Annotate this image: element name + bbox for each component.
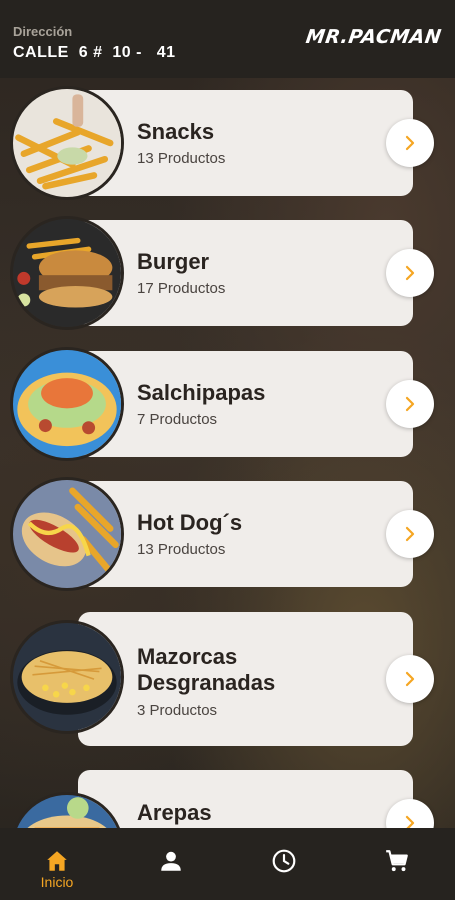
address-label: Dirección — [13, 24, 73, 39]
brand-logo: MR.PACMAN — [304, 26, 443, 48]
card-count: 13 Productos — [137, 541, 226, 558]
open-category-button[interactable] — [386, 510, 434, 558]
cart-icon — [386, 850, 408, 872]
card-title: Hot Dog´s — [137, 510, 243, 535]
chevron-right-icon — [405, 815, 415, 828]
card-count: 3 Productos — [137, 702, 218, 719]
category-card-mazorcas[interactable]: Mazorcas Desgranadas 3 Productos — [0, 612, 455, 746]
clock-icon — [272, 849, 296, 873]
category-card-arepas[interactable]: Arepas — [0, 770, 455, 828]
card-title-line1: Mazorcas — [137, 644, 238, 669]
category-list[interactable]: Snacks 13 Productos Burger 17 Productos — [0, 78, 455, 828]
open-category-button[interactable] — [386, 380, 434, 428]
card-title: Burger — [137, 249, 210, 274]
category-card-burger[interactable]: Burger 17 Productos — [0, 216, 455, 330]
card-count: 13 Productos — [137, 150, 226, 167]
category-card-snacks[interactable]: Snacks 13 Productos — [0, 86, 455, 200]
chevron-right-icon — [405, 526, 415, 542]
nav-home[interactable]: Inicio — [12, 828, 102, 900]
hotdog-image — [10, 477, 124, 591]
open-category-button[interactable] — [386, 655, 434, 703]
card-title-line2: Desgranadas — [137, 670, 276, 695]
burger-image — [10, 216, 124, 330]
chevron-right-icon — [405, 396, 415, 412]
top-bar: Dirección CALLE 6 # 10 - 41 MR.PACMAN — [0, 0, 455, 78]
nav-profile[interactable] — [126, 828, 216, 900]
chevron-right-icon — [405, 135, 415, 151]
category-card-salchipapas[interactable]: Salchipapas 7 Productos — [0, 347, 455, 461]
chevron-right-icon — [405, 671, 415, 687]
open-category-button[interactable] — [386, 119, 434, 167]
snacks-image — [10, 86, 124, 200]
card-title: Snacks — [137, 119, 215, 144]
nav-cart[interactable] — [352, 828, 442, 900]
card-title: Arepas — [137, 800, 212, 825]
address-value[interactable]: CALLE 6 # 10 - 41 — [13, 44, 176, 62]
card-background — [78, 481, 413, 587]
chevron-right-icon — [405, 265, 415, 281]
nav-history[interactable] — [239, 828, 329, 900]
mazorcas-image — [10, 620, 124, 734]
category-card-hotdogs[interactable]: Hot Dog´s 13 Productos — [0, 477, 455, 591]
user-icon — [161, 851, 181, 871]
card-background — [78, 220, 413, 326]
salchipapas-image — [10, 347, 124, 461]
open-category-button[interactable] — [386, 249, 434, 297]
card-background — [78, 770, 413, 828]
home-icon — [47, 851, 67, 871]
card-count: 7 Productos — [137, 411, 218, 428]
card-title: Salchipapas — [137, 380, 266, 405]
card-count: 17 Productos — [137, 280, 226, 297]
card-background — [78, 90, 413, 196]
nav-home-label: Inicio — [40, 874, 74, 890]
bottom-navigation: Inicio — [0, 828, 455, 900]
